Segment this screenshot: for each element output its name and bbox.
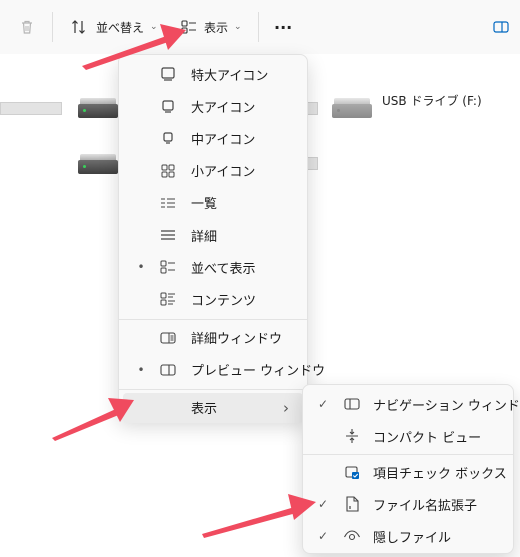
view-option-preview-pane[interactable]: • プレビュー ウィンドウ bbox=[123, 355, 325, 385]
menu-item-label: コンパクト ビュー bbox=[373, 430, 482, 446]
menu-item-label: 小アイコン bbox=[191, 165, 256, 181]
more-icon: ··· bbox=[274, 17, 293, 37]
view-option-larges-icon[interactable]: 大アイコン bbox=[123, 91, 303, 121]
toolbar-divider bbox=[258, 12, 259, 42]
item-checkbox-icon bbox=[343, 463, 361, 481]
tiles-icon bbox=[159, 258, 177, 276]
details-icon bbox=[159, 226, 177, 244]
drive-item[interactable] bbox=[78, 154, 118, 174]
preview-pane-icon bbox=[159, 361, 177, 379]
menu-item-label: 表示 bbox=[191, 402, 218, 418]
delete-button[interactable] bbox=[18, 14, 36, 40]
menu-item-label: 中アイコン bbox=[191, 132, 256, 148]
menu-divider bbox=[119, 388, 307, 390]
view-option-details-pane[interactable]: 詳細ウィンドウ bbox=[123, 323, 303, 353]
show-submenu-item[interactable]: 表示 › bbox=[123, 392, 303, 423]
check-icon: ✓ bbox=[317, 397, 329, 411]
menu-item-label: 並べて表示 bbox=[191, 261, 256, 277]
preview-pane-button[interactable] bbox=[492, 14, 510, 40]
menu-item-label: ファイル名拡張子 bbox=[373, 498, 478, 514]
menu-item-label: 隠しファイル bbox=[373, 530, 452, 546]
view-option-mediums-icon[interactable]: 中アイコン bbox=[123, 123, 303, 153]
menu-item-label: 詳細 bbox=[191, 229, 218, 245]
large-icons-icon bbox=[159, 97, 177, 115]
details-pane-icon bbox=[159, 329, 177, 347]
show-submenu: ✓ ナビゲーション ウィンドウ コンパクト ビュー項目チェック ボックス ✓ ファイル名… bbox=[302, 384, 520, 554]
view-option-smalls-icon[interactable]: 小アイコン bbox=[123, 156, 303, 186]
show-option-compact-view[interactable]: コンパクト ビュー bbox=[307, 421, 509, 451]
annotation-arrow bbox=[202, 494, 316, 538]
chevron-down-icon: ⌄ bbox=[234, 22, 242, 32]
show-option-navigation-pane[interactable]: ✓ ナビゲーション ウィンドウ bbox=[307, 389, 520, 419]
check-icon: ✓ bbox=[317, 529, 329, 543]
menu-item-label: ナビゲーション ウィンドウ bbox=[373, 398, 520, 414]
usb-drive-item[interactable] bbox=[332, 98, 372, 118]
usb-drive-label: USB ドライブ (F:) bbox=[382, 94, 482, 108]
selected-bullet: • bbox=[137, 362, 145, 377]
menu-item-label: 詳細ウィンドウ bbox=[191, 332, 283, 348]
menu-item-label: 大アイコン bbox=[191, 100, 256, 116]
trash-icon bbox=[18, 18, 36, 36]
navigation-pane-icon bbox=[343, 395, 361, 413]
selected-bullet: • bbox=[137, 260, 145, 275]
drive-item[interactable] bbox=[78, 98, 118, 118]
view-option-content[interactable]: コンテンツ bbox=[123, 284, 303, 314]
view-option-list[interactable]: 一覧 bbox=[123, 188, 303, 218]
menu-item-label: 項目チェック ボックス bbox=[373, 466, 507, 482]
drive-usage-bar bbox=[0, 102, 62, 115]
more-options-button[interactable]: ··· bbox=[274, 14, 292, 40]
menu-item-label: プレビュー ウィンドウ bbox=[191, 364, 326, 380]
hidden-files-icon bbox=[343, 527, 361, 545]
medium-icons-icon bbox=[159, 129, 177, 147]
show-option-file-extension[interactable]: ✓ ファイル名拡張子 bbox=[307, 489, 509, 519]
view-option-tiles[interactable]: • 並べて表示 bbox=[123, 252, 303, 282]
menu-item-label: 特大アイコン bbox=[191, 68, 269, 84]
show-option-item-checkbox[interactable]: 項目チェック ボックス bbox=[307, 457, 509, 487]
show-option-hidden-files[interactable]: ✓ 隠しファイル bbox=[307, 521, 509, 551]
annotation-arrow bbox=[52, 398, 134, 441]
compact-view-icon bbox=[343, 427, 361, 445]
list-icon bbox=[159, 194, 177, 212]
content-icon bbox=[159, 290, 177, 308]
file-extension-icon bbox=[343, 495, 361, 513]
toolbar-divider bbox=[52, 12, 53, 42]
view-label: 表示 bbox=[204, 20, 229, 35]
menu-divider bbox=[303, 454, 513, 455]
preview-pane-icon bbox=[492, 18, 510, 36]
check-icon: ✓ bbox=[317, 497, 329, 511]
command-bar: 並べ替え ⌄ 表示 ⌄ ··· bbox=[0, 0, 520, 54]
small-icons-icon bbox=[159, 162, 177, 180]
menu-item-label: コンテンツ bbox=[191, 293, 257, 309]
chevron-right-icon: › bbox=[283, 398, 289, 417]
annotation-arrow bbox=[82, 24, 186, 70]
menu-divider bbox=[119, 318, 307, 320]
view-menu: 特大アイコン 大アイコン中アイコン小アイコン一覧詳細 • 並べて表示コンテンツ詳細ウィ… bbox=[118, 54, 325, 423]
menu-item-label: 一覧 bbox=[191, 197, 218, 213]
view-option-details[interactable]: 詳細 bbox=[123, 220, 303, 250]
